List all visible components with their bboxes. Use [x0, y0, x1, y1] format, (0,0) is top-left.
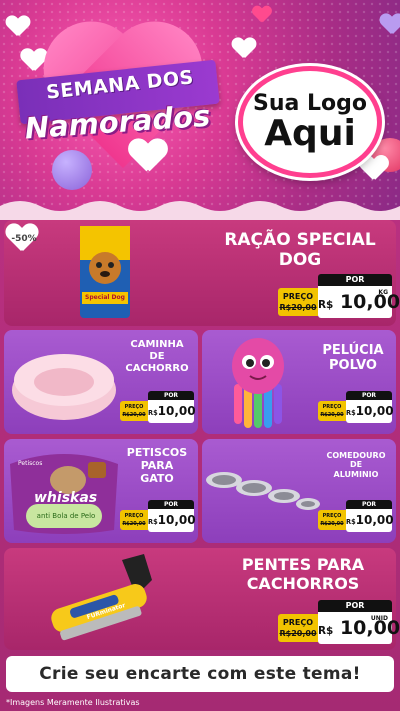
- dog-food-bag: Special Dog: [78, 224, 132, 320]
- unit-label: UNID: [370, 615, 388, 622]
- product-name: PELÚCIA POLVO: [322, 343, 384, 374]
- heart-icon: [232, 38, 256, 60]
- new-price: R$10,00: [346, 400, 394, 423]
- cta-text: Crie seu encarte com este tema!: [39, 664, 361, 684]
- whiskas-brand: whiskas: [34, 490, 98, 506]
- header-banner: SEMANA DOS Namorados Sua Logo Aqui: [0, 0, 400, 215]
- heart-icon: [6, 16, 30, 38]
- old-price-box: PREÇO R$20,00: [318, 510, 346, 530]
- old-price-box: PREÇO R$20,00: [120, 401, 148, 421]
- disclaimer-note: *Imagens Meramente Ilustrativas: [6, 698, 140, 707]
- new-price: R$10,00: [346, 509, 394, 532]
- product-name: CAMINHA DE CACHORRO: [125, 339, 189, 374]
- flyer-page: SEMANA DOS Namorados Sua Logo Aqui -50% …: [0, 0, 400, 711]
- whiskas-pack-image: Petiscos whiskas anti Bola de Pelo: [6, 444, 122, 538]
- por-label: POR: [346, 500, 392, 509]
- logo-line1: Sua Logo: [252, 90, 367, 116]
- price-tag: POR PREÇO R$20,00 R$10,00: [318, 500, 394, 532]
- por-label: POR: [318, 600, 392, 612]
- heart-icon: [360, 156, 389, 182]
- por-label: POR: [318, 274, 392, 286]
- product-name: RAÇÃO SPECIAL DOG: [224, 230, 376, 271]
- product-name: PENTES PARA CACHORROS: [241, 555, 365, 593]
- whiskas-top-text: Petiscos: [18, 460, 43, 467]
- whiskas-sub: anti Bola de Pelo: [36, 512, 96, 520]
- por-label: POR: [148, 500, 194, 509]
- grooming-comb-image: FURminator: [40, 552, 170, 646]
- new-price: R$10,00: [148, 400, 196, 423]
- price-tag: POR PREÇO R$20,00 R$ 10,00 UNID: [278, 600, 400, 644]
- product-name: PETISCOS PARA GATO: [126, 446, 188, 485]
- old-price-box: PREÇO R$20,00: [278, 614, 318, 642]
- price-tag: POR PREÇO R$20,00 R$ 10,00 KG: [278, 274, 400, 318]
- por-label: POR: [148, 391, 194, 400]
- pet-bed-image: [8, 336, 120, 426]
- cta-bar[interactable]: Crie seu encarte com este tema!: [6, 656, 394, 692]
- product-name: COMEDOURO DE ALUMINIO: [326, 451, 386, 479]
- discount-badge: -50%: [11, 234, 37, 244]
- heart-icon: [380, 14, 400, 36]
- logo-line2: Aqui: [264, 112, 356, 154]
- unit-label: KG: [378, 289, 388, 296]
- por-label: POR: [346, 391, 392, 400]
- price-tag: POR PREÇO R$20,00 R$10,00: [318, 391, 394, 423]
- old-price-box: PREÇO R$20,00: [318, 401, 346, 421]
- price-tag: POR PREÇO R$20,00 R$10,00: [120, 391, 196, 423]
- logo-placeholder: Sua Logo Aqui: [238, 66, 382, 178]
- new-price: R$10,00: [148, 509, 196, 532]
- octopus-plush-image: [226, 334, 290, 430]
- old-price-box: PREÇO R$20,00: [120, 510, 148, 530]
- heart-icon: [252, 6, 271, 24]
- dog-food-brand: Special Dog: [85, 294, 125, 301]
- header-wave: [0, 201, 400, 220]
- old-price-box: PREÇO R$20,00: [278, 288, 318, 316]
- price-tag: POR PREÇO R$20,00 R$10,00: [120, 500, 196, 532]
- steel-bowls-image: [204, 458, 322, 522]
- heart-icon: [129, 139, 167, 174]
